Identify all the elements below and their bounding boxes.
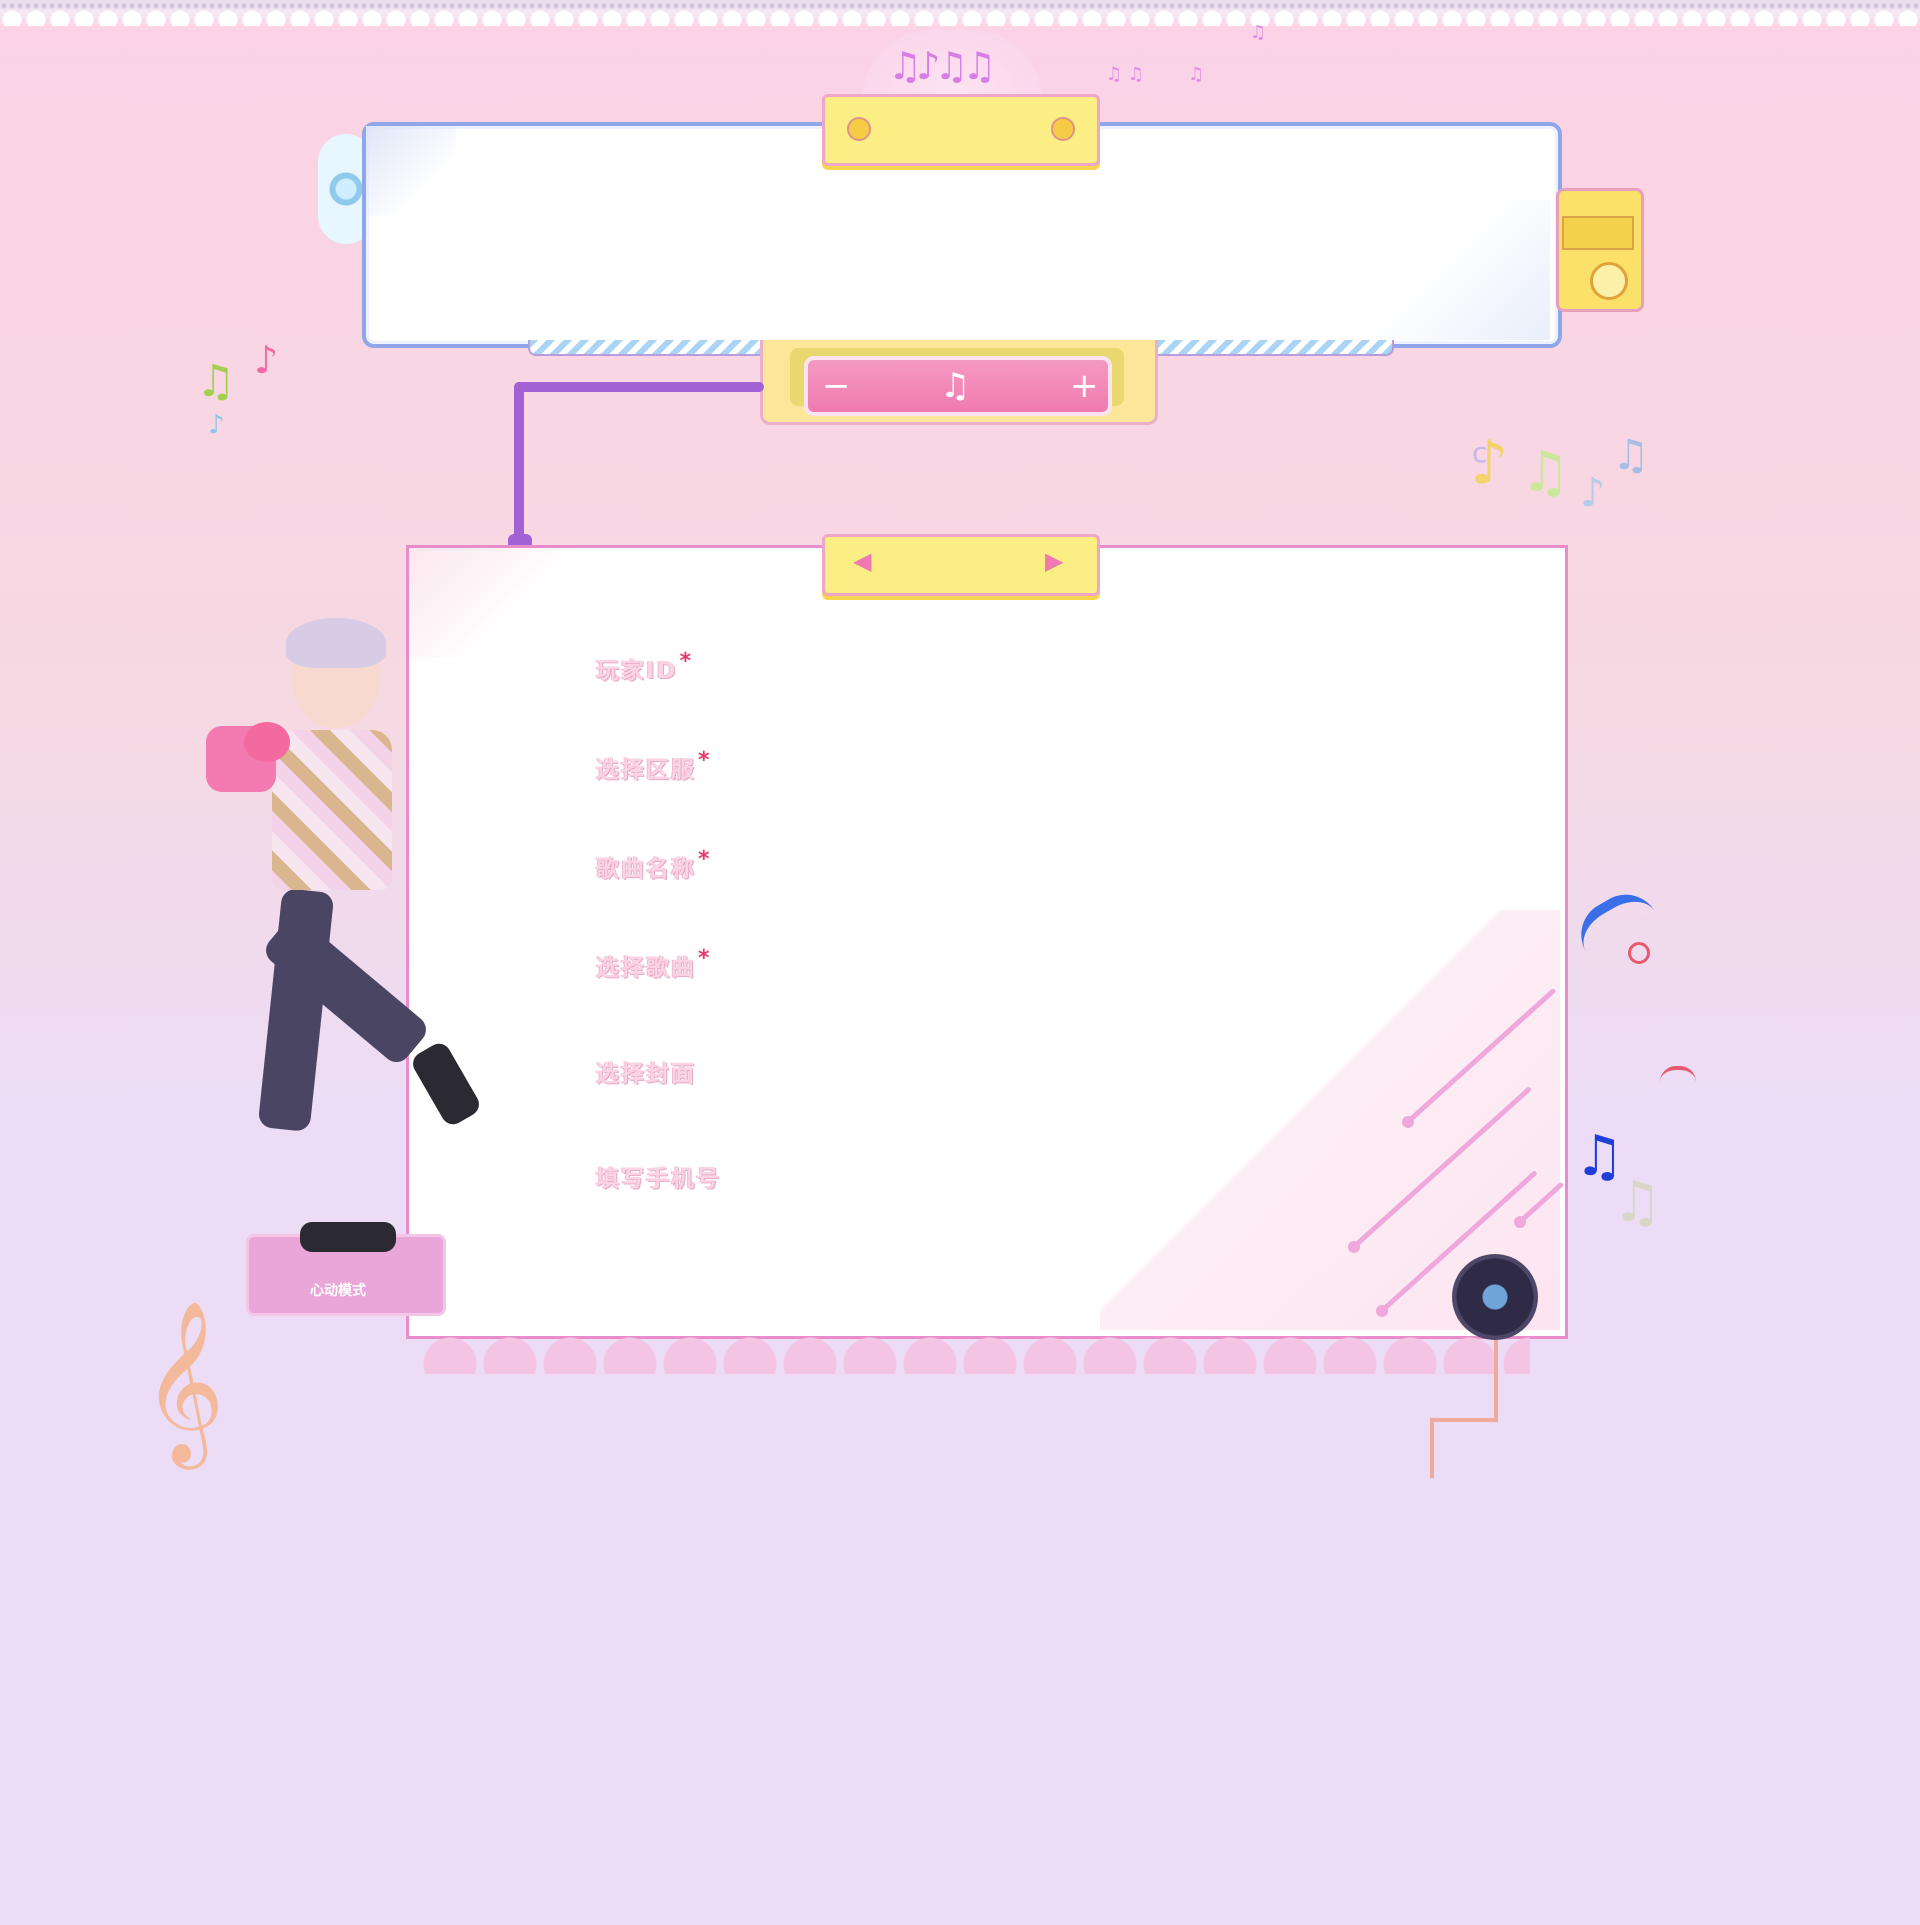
pipe bbox=[514, 382, 524, 542]
field-song-name: 歌曲名称* bbox=[596, 847, 712, 883]
pipe bbox=[1430, 1418, 1498, 1422]
top-panel-tab bbox=[822, 94, 1100, 166]
pink-note-icon: ♪ bbox=[254, 338, 279, 382]
line-dot bbox=[1376, 1305, 1388, 1317]
small-note-icon: ♫ bbox=[1188, 64, 1205, 85]
volume-control[interactable]: − ♫ + bbox=[804, 356, 1112, 416]
letter-c-icon: c bbox=[1472, 436, 1488, 469]
blue-note-icon: ♪ bbox=[1580, 470, 1606, 516]
music-notes-icon: ♫♪♫♫ bbox=[888, 44, 996, 88]
red-circle bbox=[1628, 942, 1650, 964]
field-label: 填写手机号 bbox=[596, 1166, 721, 1192]
vinyl-record-icon bbox=[1452, 1254, 1538, 1340]
disc-icon bbox=[847, 117, 871, 141]
heart-icon bbox=[244, 722, 290, 762]
field-label: 歌曲名称 bbox=[596, 856, 696, 882]
blue-note-icon: ♪ bbox=[208, 410, 225, 440]
megaphone-icon: ▶ bbox=[1045, 547, 1064, 575]
field-select-song: 选择歌曲* bbox=[596, 946, 712, 982]
pedestal-label: 心动模式 bbox=[310, 1283, 366, 1299]
required-mark: * bbox=[698, 748, 712, 773]
character-body bbox=[272, 730, 392, 890]
music-note-icon: ♫ bbox=[940, 366, 971, 406]
field-label: 选择封面 bbox=[596, 1061, 696, 1087]
field-label: 选择歌曲 bbox=[596, 955, 696, 981]
lace-dots bbox=[0, 2, 1920, 10]
small-note-icon: ♫ bbox=[1250, 22, 1267, 43]
green-note-icon: ♫ bbox=[196, 356, 236, 407]
field-label: 选择区服 bbox=[596, 757, 696, 783]
panel-glare bbox=[366, 126, 456, 216]
volume-plus-button[interactable]: + bbox=[1070, 360, 1099, 412]
pipe bbox=[1430, 1418, 1434, 1478]
disc-icon bbox=[1051, 117, 1075, 141]
required-mark: * bbox=[698, 946, 712, 971]
line-dot bbox=[1514, 1216, 1526, 1228]
volume-minus-button[interactable]: − bbox=[822, 360, 851, 412]
faded-note-icon: ♫ bbox=[1612, 1170, 1663, 1235]
blue-swoosh bbox=[1568, 882, 1656, 952]
panel-glare bbox=[409, 548, 569, 658]
form-panel-tab: ◀ ▶ bbox=[822, 534, 1100, 596]
blue-note-icon: ♫ bbox=[1612, 430, 1650, 479]
radio-knob-icon bbox=[1590, 262, 1628, 300]
field-server: 选择区服* bbox=[596, 748, 712, 784]
shoe bbox=[300, 1222, 396, 1252]
green-note-icon: ♫ bbox=[1520, 440, 1571, 505]
character-hair bbox=[286, 618, 386, 668]
field-player-id: 玩家ID* bbox=[596, 649, 694, 685]
red-swoosh bbox=[1660, 1066, 1696, 1082]
line-dot bbox=[1348, 1241, 1360, 1253]
panel-glare bbox=[1370, 200, 1550, 340]
pipe bbox=[514, 382, 764, 392]
required-mark: * bbox=[679, 649, 694, 674]
field-label: 玩家ID bbox=[596, 658, 678, 684]
radio-screen bbox=[1562, 216, 1634, 250]
field-phone: 填写手机号 bbox=[596, 1159, 721, 1193]
cloud-strip bbox=[420, 1334, 1530, 1374]
small-note-icon: ♫ ♫ bbox=[1106, 64, 1144, 85]
treble-clef-icon: 𝄞 bbox=[142, 1300, 225, 1463]
field-cover: 选择封面 bbox=[596, 1054, 696, 1088]
megaphone-icon: ◀ bbox=[853, 547, 872, 575]
pipe bbox=[1494, 1340, 1498, 1420]
line-dot bbox=[1402, 1116, 1414, 1128]
required-mark: * bbox=[698, 847, 712, 872]
